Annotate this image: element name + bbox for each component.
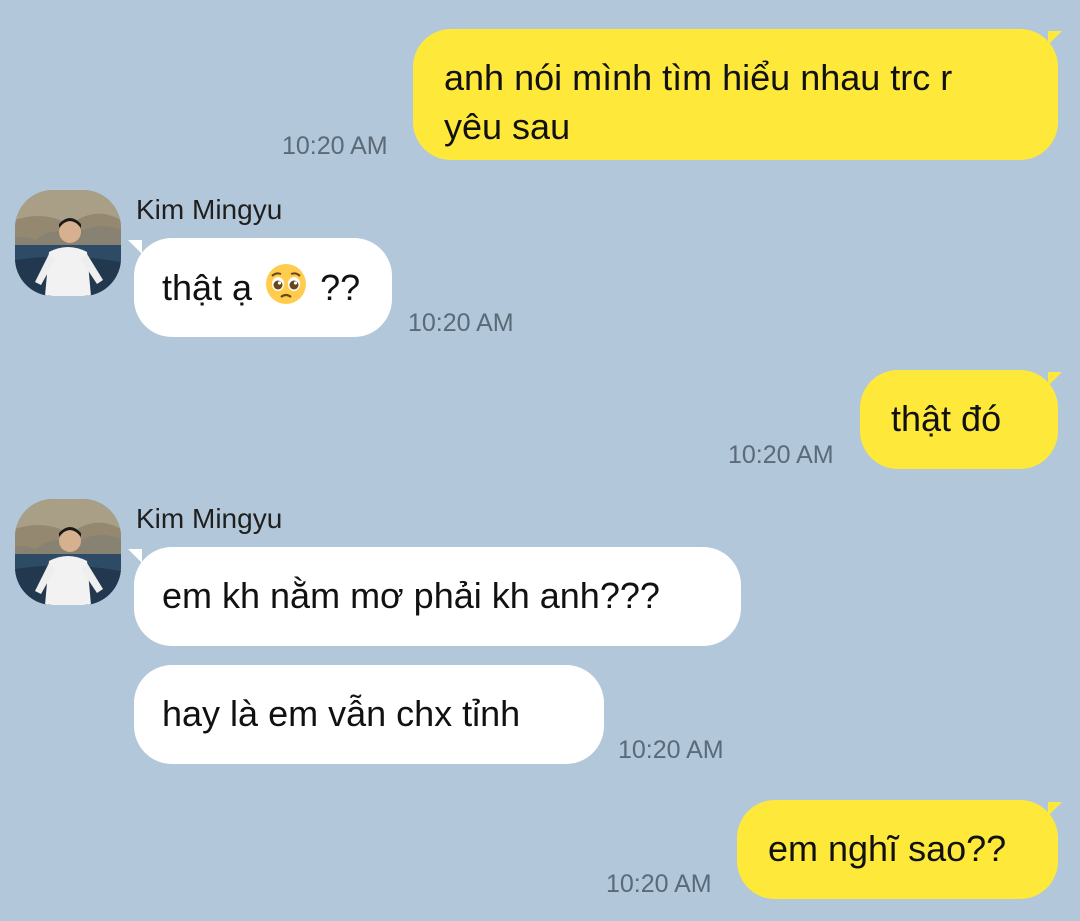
message-text: ?? xyxy=(320,267,361,308)
message-timestamp: 10:20 AM xyxy=(606,870,712,898)
message-timestamp: 10:20 AM xyxy=(618,736,724,764)
bubble-tail xyxy=(1048,31,1062,45)
bubble-tail xyxy=(1048,802,1062,816)
avatar-photo xyxy=(15,190,121,296)
their-message-bubble[interactable]: hay là em vẫn chx tỉnh xyxy=(134,665,604,764)
message-text-line: yêu sau xyxy=(444,106,571,147)
my-message-bubble[interactable]: em nghĩ sao?? xyxy=(737,800,1058,899)
message-text: thật đó xyxy=(891,398,1002,439)
bubble-tail xyxy=(128,240,142,254)
my-message-bubble[interactable]: thật đó xyxy=(860,370,1058,469)
sender-name: Kim Mingyu xyxy=(136,503,283,534)
bubble-tail xyxy=(1048,372,1062,386)
sender-name: Kim Mingyu xyxy=(136,194,283,225)
avatar-photo xyxy=(15,499,121,605)
contact-avatar[interactable] xyxy=(15,499,121,605)
message-text: em nghĩ sao?? xyxy=(768,828,1007,869)
message-timestamp: 10:20 AM xyxy=(408,309,514,337)
message-timestamp: 10:20 AM xyxy=(728,441,834,469)
message-text: hay là em vẫn chx tỉnh xyxy=(162,693,521,734)
their-message-bubble[interactable]: thật ạ ?? xyxy=(134,238,392,337)
my-message-bubble[interactable]: anh nói mình tìm hiểu nhau trc r yêu sau xyxy=(413,29,1058,160)
chat-area[interactable]: 10:20 AM anh nói mình tìm hiểu nhau trc … xyxy=(0,0,1080,921)
message-text: thật ạ xyxy=(162,267,253,308)
message-text: em kh nằm mơ phải kh anh??? xyxy=(162,575,660,616)
their-message-bubble[interactable]: em kh nằm mơ phải kh anh??? xyxy=(134,547,741,646)
contact-avatar[interactable] xyxy=(15,190,121,296)
message-text-line: anh nói mình tìm hiểu nhau trc r xyxy=(444,57,953,98)
bubble-tail xyxy=(128,549,142,563)
pleading-face-icon xyxy=(264,262,308,318)
message-timestamp: 10:20 AM xyxy=(282,132,388,160)
